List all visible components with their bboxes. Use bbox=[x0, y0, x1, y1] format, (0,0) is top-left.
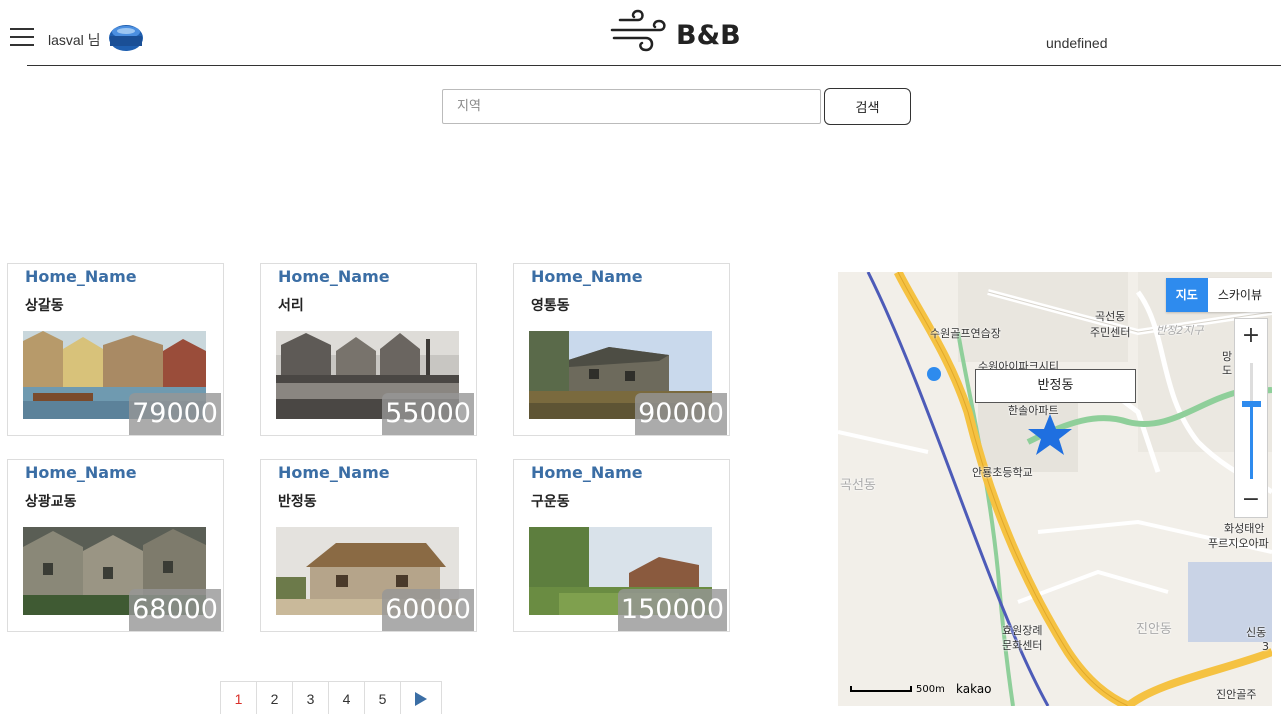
price-badge: 68000 bbox=[129, 589, 221, 631]
listing-card[interactable]: Home_Name 반정동 60000 bbox=[260, 459, 477, 632]
star-marker-icon[interactable] bbox=[1027, 412, 1073, 458]
home-name[interactable]: Home_Name bbox=[25, 267, 137, 286]
home-name[interactable]: Home_Name bbox=[25, 463, 137, 482]
map-place-label: 문화센터 bbox=[1002, 639, 1043, 652]
home-name[interactable]: Home_Name bbox=[278, 267, 390, 286]
avatar[interactable] bbox=[108, 22, 144, 52]
listing-card[interactable]: Home_Name 상광교동 68000 bbox=[7, 459, 224, 632]
region-search-input[interactable] bbox=[442, 89, 821, 124]
home-name[interactable]: Home_Name bbox=[531, 463, 643, 482]
map-place-label: 곡선동 bbox=[840, 478, 876, 493]
map-place-label: 수원골프연습장 bbox=[930, 327, 1001, 340]
map-type-map-button[interactable]: 지도 bbox=[1165, 278, 1208, 312]
map-place-label: 반정2지구 bbox=[1156, 324, 1204, 337]
zoom-level-fill bbox=[1250, 407, 1253, 479]
map-place-label: 진안골주 bbox=[1216, 688, 1257, 701]
next-page-button[interactable] bbox=[401, 682, 441, 714]
header: lasval 님 B&B undefined bbox=[0, 0, 1281, 66]
map-place-label: 화성태안 bbox=[1224, 522, 1265, 535]
scale-text: 500m bbox=[916, 684, 945, 695]
map-brand-logo: kakao bbox=[956, 682, 992, 696]
map-view[interactable]: 곡선동 주민센터 수원골프연습장 반정2지구 수원아이파크시티 한솔아파트 안룡… bbox=[838, 272, 1272, 706]
search-button[interactable]: 검색 bbox=[824, 88, 911, 125]
map-type-skyview-button[interactable]: 스카이뷰 bbox=[1208, 278, 1272, 312]
listing-card[interactable]: Home_Name 구운동 150000 bbox=[513, 459, 730, 632]
map-place-label: 신동 bbox=[1246, 626, 1267, 639]
region-name: 구운동 bbox=[531, 494, 570, 510]
page-3-button[interactable]: 3 bbox=[293, 682, 329, 714]
map-place-label: 주민센터 bbox=[1090, 326, 1131, 339]
map-place-label: 안룡초등학교 bbox=[972, 466, 1033, 479]
map-place-label: 3 bbox=[1262, 640, 1269, 653]
page-4-button[interactable]: 4 bbox=[329, 682, 365, 714]
region-name: 영통동 bbox=[531, 298, 570, 314]
map-marker-label: 반정동 bbox=[975, 369, 1136, 403]
play-icon bbox=[415, 691, 427, 706]
region-name: 상광교동 bbox=[25, 494, 77, 510]
site-logo-text[interactable]: B&B bbox=[676, 20, 741, 51]
map-place-label: 도 bbox=[1222, 364, 1233, 377]
home-name[interactable]: Home_Name bbox=[278, 463, 390, 482]
price-badge: 60000 bbox=[382, 589, 474, 631]
page-1-button[interactable]: 1 bbox=[221, 682, 257, 714]
username-label: lasval 님 bbox=[48, 32, 101, 48]
region-name: 반정동 bbox=[278, 494, 317, 510]
price-badge: 55000 bbox=[382, 393, 474, 435]
page-2-button[interactable]: 2 bbox=[257, 682, 293, 714]
region-name: 상갈동 bbox=[25, 298, 64, 314]
listing-card[interactable]: Home_Name 상갈동 79000 bbox=[7, 263, 224, 436]
scale-bar bbox=[850, 686, 912, 692]
listing-card[interactable]: Home_Name 영통동 90000 bbox=[513, 263, 730, 436]
map-place-label: 푸르지오아파 bbox=[1208, 537, 1269, 550]
zoom-out-button[interactable]: − bbox=[1235, 485, 1267, 515]
listing-card[interactable]: Home_Name 서리 55000 bbox=[260, 263, 477, 436]
zoom-in-button[interactable]: + bbox=[1235, 321, 1267, 351]
menu-icon[interactable] bbox=[10, 28, 34, 48]
header-divider bbox=[27, 65, 1281, 66]
home-name[interactable]: Home_Name bbox=[531, 267, 643, 286]
map-place-label: 진안동 bbox=[1136, 622, 1172, 637]
page-5-button[interactable]: 5 bbox=[365, 682, 401, 714]
zoom-control: + − bbox=[1234, 318, 1268, 518]
price-badge: 90000 bbox=[635, 393, 727, 435]
wind-logo-icon[interactable] bbox=[610, 6, 666, 58]
map-canvas[interactable] bbox=[838, 272, 1272, 706]
header-right-text: undefined bbox=[1046, 35, 1108, 51]
region-name: 서리 bbox=[278, 298, 304, 314]
price-badge: 150000 bbox=[617, 589, 727, 631]
pagination: 1 2 3 4 5 bbox=[220, 681, 442, 714]
map-type-switch: 지도 스카이뷰 bbox=[1165, 278, 1272, 312]
map-place-label: 곡선동 bbox=[1095, 310, 1126, 323]
map-place-label: 효원장례 bbox=[1002, 624, 1043, 637]
price-badge: 79000 bbox=[129, 393, 221, 435]
zoom-slider-handle[interactable] bbox=[1242, 401, 1261, 407]
